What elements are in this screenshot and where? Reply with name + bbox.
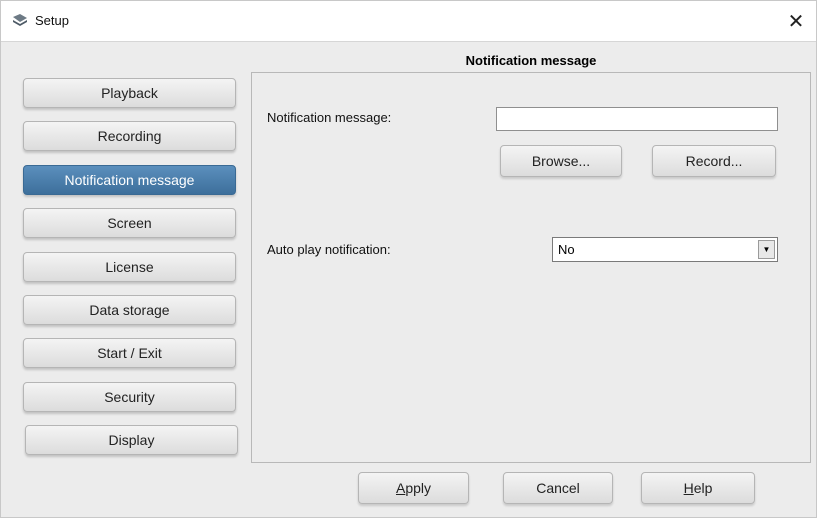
cancel-button[interactable]: Cancel — [503, 472, 613, 504]
title-bar: Setup ✕ — [1, 1, 816, 42]
nav-screen[interactable]: Screen — [23, 208, 236, 238]
nav-start-exit[interactable]: Start / Exit — [23, 338, 236, 368]
nav-data-storage[interactable]: Data storage — [23, 295, 236, 325]
section-title: Notification message — [465, 53, 597, 68]
setup-app-icon — [13, 14, 27, 26]
auto-play-selected-value: No — [558, 242, 575, 257]
nav-notification-message[interactable]: Notification message — [23, 165, 236, 195]
notification-message-label: Notification message: — [267, 110, 392, 125]
notification-message-input[interactable] — [496, 107, 778, 131]
close-button[interactable]: ✕ — [776, 1, 816, 41]
nav-license[interactable]: License — [23, 252, 236, 282]
help-button[interactable]: Help — [641, 472, 755, 504]
nav-security[interactable]: Security — [23, 382, 236, 412]
setup-window: Setup ✕ Notification message Playback Re… — [0, 0, 817, 518]
nav-display[interactable]: Display — [25, 425, 238, 455]
settings-panel: Notification message: Browse... Record..… — [251, 72, 811, 463]
nav-playback[interactable]: Playback — [23, 78, 236, 108]
dropdown-arrow-icon[interactable]: ▼ — [758, 240, 775, 259]
auto-play-notification-select[interactable]: No ▼ — [552, 237, 778, 262]
help-label-rest: elp — [693, 480, 713, 496]
auto-play-notification-label: Auto play notification: — [267, 242, 391, 257]
apply-label-rest: pply — [405, 480, 432, 496]
apply-button[interactable]: Apply — [358, 472, 469, 504]
record-button[interactable]: Record... — [652, 145, 776, 177]
help-mnemonic: H — [683, 480, 694, 496]
nav-recording[interactable]: Recording — [23, 121, 236, 151]
apply-mnemonic: A — [395, 480, 406, 496]
window-title: Setup — [35, 13, 69, 28]
close-icon: ✕ — [787, 10, 805, 33]
browse-button[interactable]: Browse... — [500, 145, 622, 177]
